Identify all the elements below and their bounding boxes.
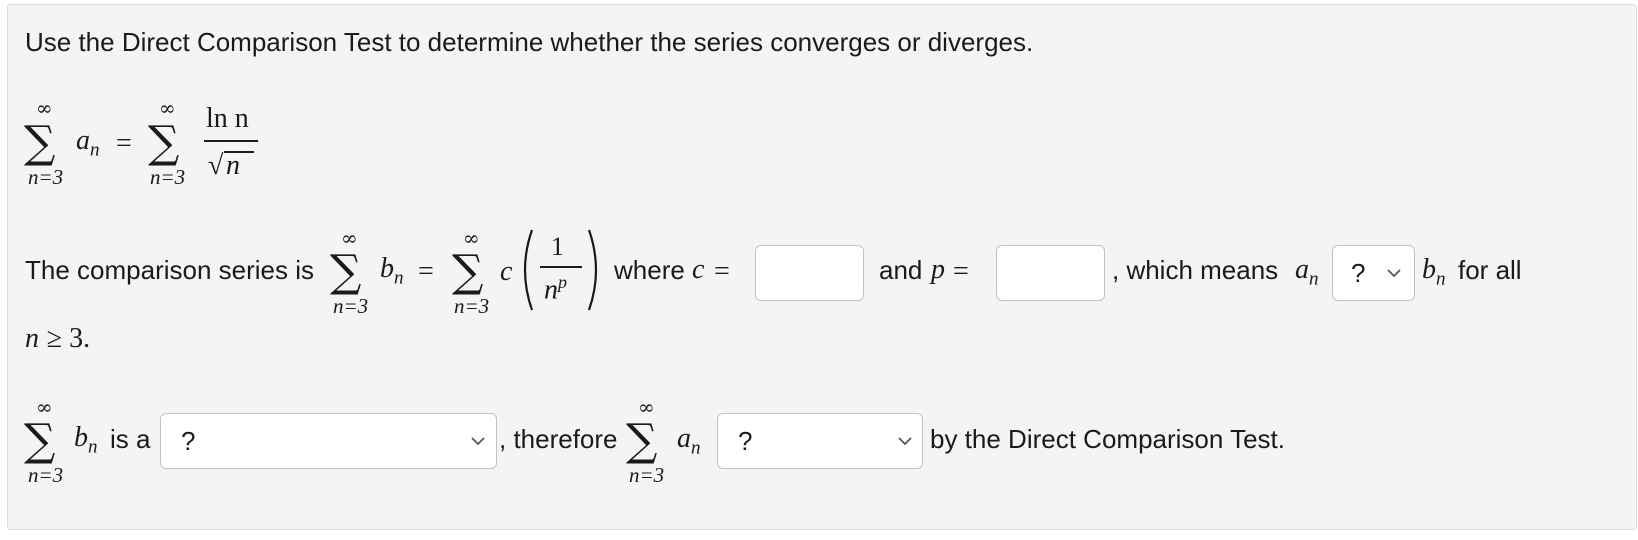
convergence-result-select-value: ? (738, 426, 753, 456)
comparison-select[interactable]: ? (1332, 245, 1415, 301)
fraction-bar (540, 266, 582, 268)
an-term: an (1295, 254, 1319, 290)
sigma-lower-limit: n=3 (28, 165, 64, 189)
equals-sign: = (418, 256, 434, 287)
and-text: and (879, 255, 923, 285)
convergence-result-select[interactable]: ? (717, 413, 923, 469)
comparison-select-value: ? (1351, 258, 1366, 288)
summation-symbol: ∑ (452, 246, 484, 297)
chevron-down-icon (471, 437, 485, 446)
summation-symbol: ∑ (24, 117, 56, 168)
summation-symbol: ∑ (626, 415, 658, 466)
constant-c: c (500, 256, 513, 287)
bn-term: bn (1422, 254, 1446, 290)
for-all-text: for all (1458, 255, 1522, 285)
summation-symbol: ∑ (330, 246, 362, 297)
which-means-text: , which means (1112, 255, 1279, 285)
bn-term: bn (74, 422, 98, 458)
instruction-text: Use the Direct Comparison Test to determ… (25, 27, 1034, 57)
series-type-select[interactable]: ? (160, 413, 497, 469)
is-a-text: is a (110, 424, 151, 454)
chevron-down-icon (898, 437, 912, 446)
sigma-lower-limit: n=3 (629, 463, 665, 487)
c-variable: c (692, 254, 705, 285)
condition-text: n ≥ 3. (25, 323, 91, 354)
summation-symbol: ∑ (24, 415, 56, 466)
where-text: where (614, 255, 685, 285)
comparison-prefix-text: The comparison series is (25, 255, 314, 285)
sqrt-symbol: √ (208, 150, 224, 181)
c-value-input[interactable] (755, 245, 864, 301)
bn-term: bn (380, 253, 404, 289)
sigma-lower-limit: n=3 (28, 463, 64, 487)
sigma-lower-limit: n=3 (333, 294, 369, 318)
right-paren (587, 229, 598, 311)
series-type-select-value: ? (181, 426, 196, 456)
fraction-bar (204, 140, 258, 142)
conclusion-suffix-text: by the Direct Comparison Test. (930, 424, 1285, 454)
equals-sign: = (714, 256, 730, 287)
p-value-input[interactable] (996, 245, 1105, 301)
sigma-lower-limit: n=3 (454, 294, 490, 318)
an-term: an (76, 125, 100, 161)
chevron-down-icon (1387, 269, 1401, 278)
p-variable: p (931, 254, 945, 285)
equals-sign: = (953, 256, 969, 287)
fraction-numerator: ln n (206, 103, 249, 134)
an-term: an (677, 423, 701, 459)
sqrt-variable: n (226, 150, 240, 181)
fraction-numerator: 1 (551, 232, 564, 261)
equals-sign: = (116, 128, 132, 159)
therefore-text: , therefore (499, 424, 618, 454)
fraction-denominator: np (544, 272, 567, 306)
left-paren (523, 229, 534, 311)
summation-symbol: ∑ (148, 117, 180, 168)
sigma-lower-limit: n=3 (150, 165, 186, 189)
